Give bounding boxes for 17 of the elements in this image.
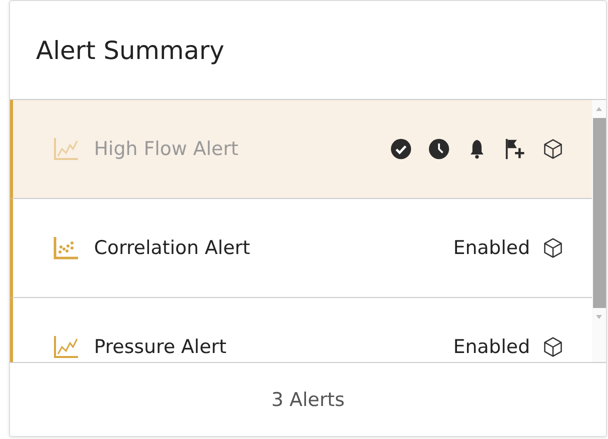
alert-name: Correlation Alert bbox=[94, 237, 250, 259]
status-label: Enabled bbox=[453, 237, 530, 259]
panel-title: Alert Summary bbox=[36, 36, 224, 64]
clock-icon[interactable] bbox=[428, 138, 450, 160]
line-chart-icon bbox=[53, 335, 79, 359]
cube-icon[interactable] bbox=[542, 336, 564, 358]
alert-count: 3 Alerts bbox=[271, 388, 345, 410]
check-circle-icon[interactable] bbox=[390, 138, 412, 160]
cube-icon[interactable] bbox=[542, 237, 564, 259]
cube-icon[interactable] bbox=[542, 138, 564, 160]
alert-row[interactable]: Correlation Alert Enabled bbox=[10, 199, 592, 298]
alert-name: Pressure Alert bbox=[94, 336, 226, 358]
flag-plus-icon[interactable] bbox=[504, 138, 526, 160]
alert-name: High Flow Alert bbox=[94, 138, 238, 160]
scatter-chart-icon bbox=[53, 236, 79, 260]
line-chart-icon bbox=[53, 137, 79, 161]
status-label: Enabled bbox=[453, 336, 530, 358]
